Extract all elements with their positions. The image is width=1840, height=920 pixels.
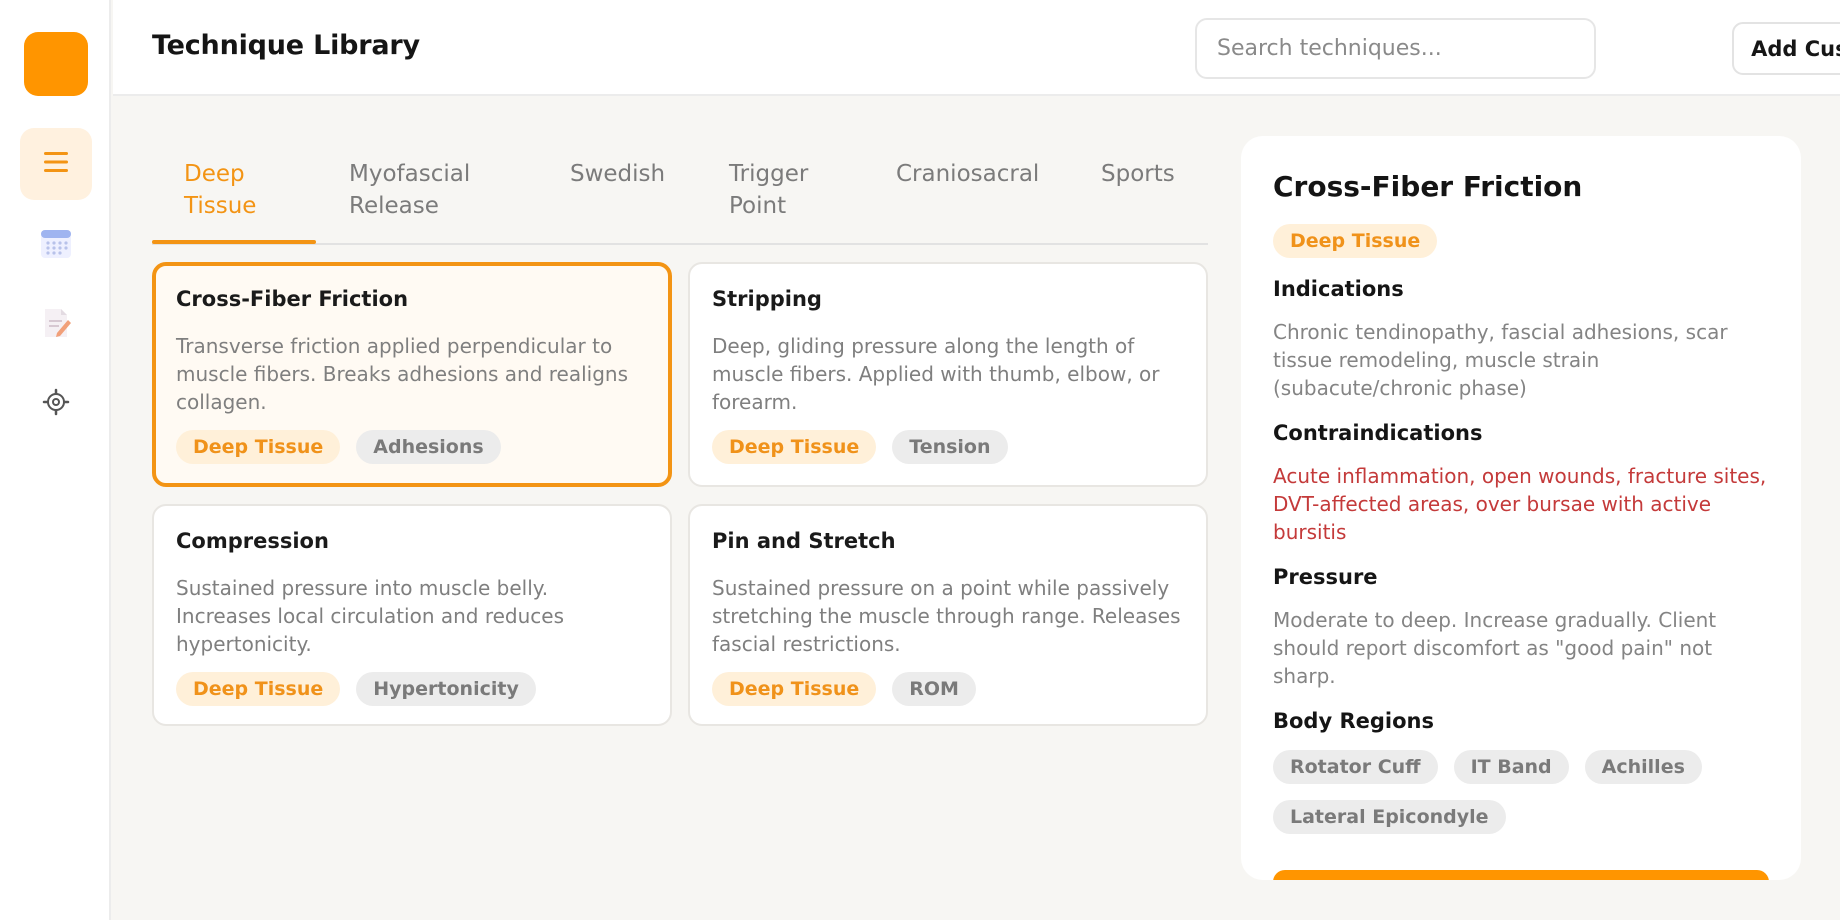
card-description: Sustained pressure into muscle belly. In… — [176, 576, 565, 656]
detail-title: Cross-Fiber Friction — [1273, 170, 1583, 203]
category-tag: Deep Tissue — [712, 672, 877, 706]
pressure-heading: Pressure — [1273, 565, 1378, 589]
tab-trigger-point[interactable]: Trigger Point — [729, 158, 808, 222]
app-root: Technique Library Add Custom Deep Tissue… — [0, 0, 1840, 920]
card-tags: Deep Tissue ROM — [712, 672, 1184, 706]
tab-sports[interactable]: Sports — [1101, 158, 1175, 190]
contraindications-heading: Contraindications — [1273, 421, 1483, 445]
notes-icon — [39, 306, 73, 344]
sidebar — [0, 0, 111, 920]
body-regions-heading: Body Regions — [1273, 709, 1434, 733]
focus-tag: ROM — [892, 672, 976, 706]
detail-action-button[interactable] — [1273, 870, 1769, 880]
card-tags: Deep Tissue Adhesions — [176, 430, 648, 464]
body-region-tags: Rotator Cuff IT Band Achilles Lateral Ep… — [1273, 750, 1773, 834]
pressure-text: Moderate to deep. Increase gradually. Cl… — [1273, 608, 1717, 688]
tab-craniosacral[interactable]: Craniosacral — [896, 158, 1039, 190]
sidebar-item-menu[interactable] — [20, 128, 92, 200]
card-description: Deep, gliding pressure along the length … — [712, 334, 1160, 414]
region-tag: Lateral Epicondyle — [1273, 800, 1506, 834]
focus-tag: Hypertonicity — [356, 672, 536, 706]
technique-card-cross-fiber-friction[interactable]: Cross-Fiber Friction Transverse friction… — [152, 262, 672, 487]
card-tags: Deep Tissue Tension — [712, 430, 1184, 464]
tab-swedish[interactable]: Swedish — [570, 158, 665, 190]
indications-text: Chronic tendinopathy, fascial adhesions,… — [1273, 320, 1728, 400]
card-description: Sustained pressure on a point while pass… — [712, 576, 1181, 656]
technique-detail-panel: Cross-Fiber Friction Deep Tissue Indicat… — [1241, 136, 1801, 880]
region-tag: Rotator Cuff — [1273, 750, 1438, 784]
category-tag: Deep Tissue — [712, 430, 877, 464]
region-tag: IT Band — [1453, 750, 1569, 784]
add-custom-button[interactable]: Add Custom — [1732, 22, 1840, 75]
focus-tag: Adhesions — [356, 430, 501, 464]
sidebar-item-calendar[interactable] — [20, 209, 92, 281]
category-tag: Deep Tissue — [176, 430, 341, 464]
menu-icon — [42, 149, 70, 179]
indications-heading: Indications — [1273, 277, 1404, 301]
technique-card-compression[interactable]: Compression Sustained pressure into musc… — [152, 504, 672, 726]
card-title: Stripping — [712, 287, 822, 311]
search-input[interactable] — [1195, 18, 1596, 79]
tab-myofascial-release[interactable]: Myofascial Release — [349, 158, 470, 222]
gear-icon — [42, 388, 70, 420]
category-tag: Deep Tissue — [176, 672, 341, 706]
category-tabs: Deep Tissue Myofascial Release Swedish T… — [152, 150, 1208, 246]
detail-category-tag: Deep Tissue — [1273, 224, 1438, 258]
page-title: Technique Library — [152, 30, 420, 61]
calendar-icon — [39, 226, 73, 264]
technique-card-pin-and-stretch[interactable]: Pin and Stretch Sustained pressure on a … — [688, 504, 1208, 726]
region-tag: Achilles — [1584, 750, 1702, 784]
app-logo[interactable] — [24, 32, 88, 96]
top-bar: Technique Library Add Custom — [113, 0, 1840, 96]
card-title: Compression — [176, 529, 329, 553]
sidebar-item-settings[interactable] — [20, 368, 92, 440]
focus-tag: Tension — [892, 430, 1008, 464]
sidebar-item-notes[interactable] — [20, 289, 92, 361]
active-tab-indicator — [152, 240, 316, 244]
contraindications-text: Acute inflammation, open wounds, fractur… — [1273, 464, 1767, 544]
card-title: Cross-Fiber Friction — [176, 287, 409, 311]
card-tags: Deep Tissue Hypertonicity — [176, 672, 648, 706]
card-title: Pin and Stretch — [712, 529, 896, 553]
tab-deep-tissue[interactable]: Deep Tissue — [184, 158, 256, 222]
technique-card-stripping[interactable]: Stripping Deep, gliding pressure along t… — [688, 262, 1208, 487]
card-description: Transverse friction applied perpendicula… — [176, 334, 629, 414]
